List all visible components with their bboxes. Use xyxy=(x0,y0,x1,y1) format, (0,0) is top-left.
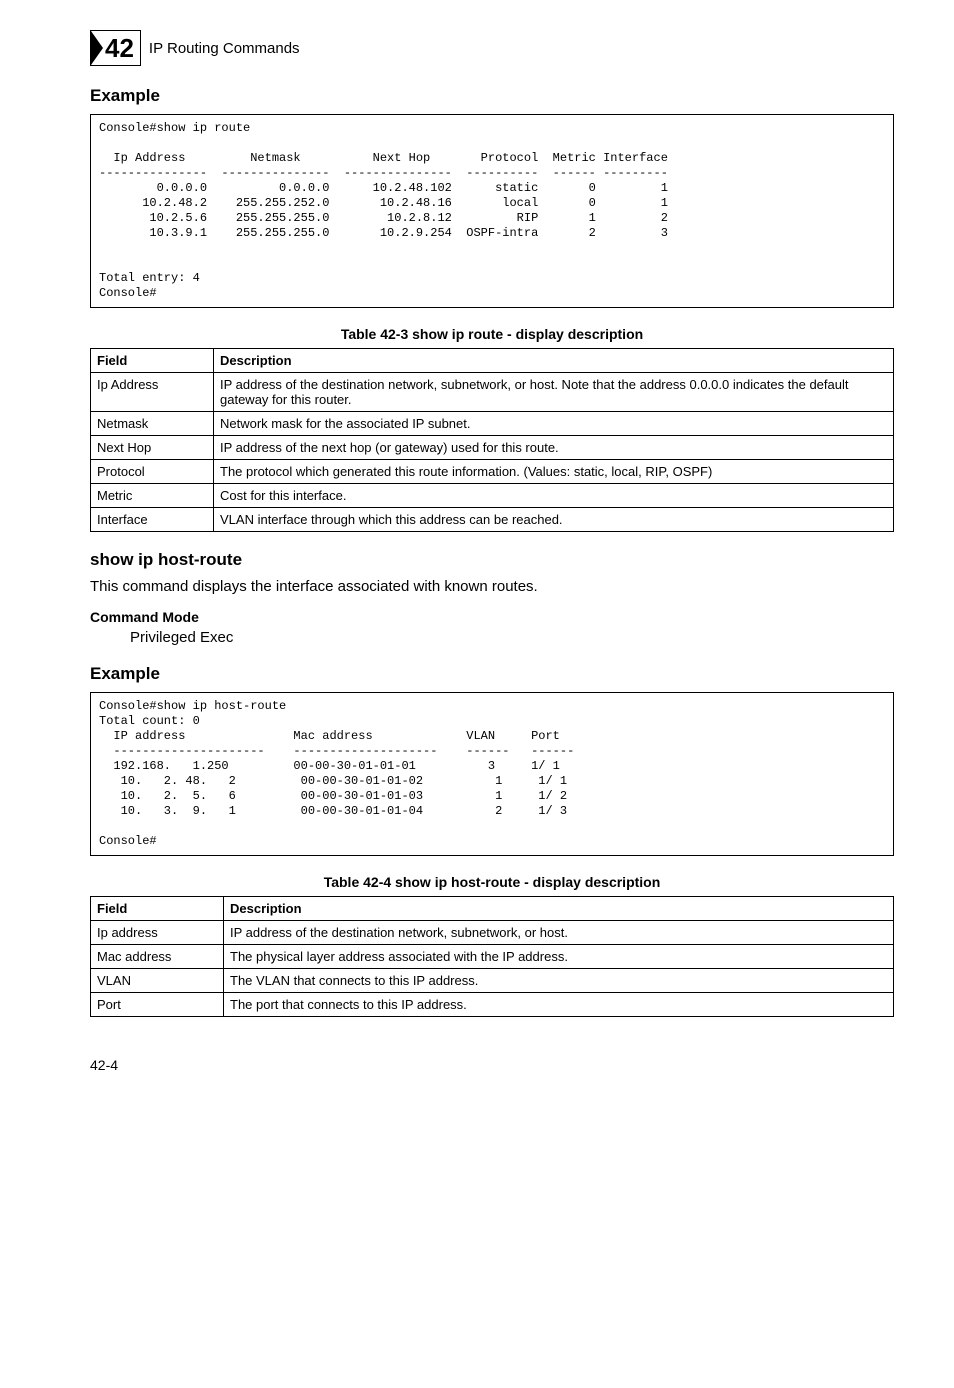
table-header-row: Field Description xyxy=(91,897,894,921)
example1-console: Console#show ip route Ip Address Netmask… xyxy=(90,114,894,308)
chapter-header: 42 IP Routing Commands xyxy=(90,30,894,66)
table1-h-field: Field xyxy=(91,349,214,373)
cell-desc: The VLAN that connects to this IP addres… xyxy=(224,969,894,993)
cell-field: Ip Address xyxy=(91,373,214,412)
command-mode-value: Privileged Exec xyxy=(90,629,894,646)
table-row: ProtocolThe protocol which generated thi… xyxy=(91,460,894,484)
table-row: Next HopIP address of the next hop (or g… xyxy=(91,436,894,460)
cell-desc: VLAN interface through which this addres… xyxy=(214,508,894,532)
cell-field: Netmask xyxy=(91,412,214,436)
cell-desc: IP address of the destination network, s… xyxy=(224,921,894,945)
table-row: NetmaskNetwork mask for the associated I… xyxy=(91,412,894,436)
example2-console: Console#show ip host-route Total count: … xyxy=(90,692,894,856)
cell-desc: The protocol which generated this route … xyxy=(214,460,894,484)
table-row: Ip AddressIP address of the destination … xyxy=(91,373,894,412)
page-number: 42-4 xyxy=(90,1057,894,1073)
cell-field: Mac address xyxy=(91,945,224,969)
table-42-3: Field Description Ip AddressIP address o… xyxy=(90,348,894,532)
table2-h-desc: Description xyxy=(224,897,894,921)
table-42-4: Field Description Ip addressIP address o… xyxy=(90,896,894,1017)
table-header-row: Field Description xyxy=(91,349,894,373)
cell-desc: IP address of the destination network, s… xyxy=(214,373,894,412)
example1-heading: Example xyxy=(90,86,894,106)
cell-desc: Network mask for the associated IP subne… xyxy=(214,412,894,436)
command-mode-label: Command Mode xyxy=(90,609,894,625)
chapter-title: IP Routing Commands xyxy=(149,40,300,57)
cell-desc: The physical layer address associated wi… xyxy=(224,945,894,969)
cell-field: Next Hop xyxy=(91,436,214,460)
cell-desc: IP address of the next hop (or gateway) … xyxy=(214,436,894,460)
cell-field: Interface xyxy=(91,508,214,532)
chapter-badge: 42 xyxy=(90,30,141,66)
chapter-arrow-icon xyxy=(91,31,103,65)
chapter-number: 42 xyxy=(103,33,140,64)
section2-desc: This command displays the interface asso… xyxy=(90,578,894,595)
table1-h-desc: Description xyxy=(214,349,894,373)
table2-caption: Table 42-4 show ip host-route - display … xyxy=(90,874,894,890)
cell-field: VLAN xyxy=(91,969,224,993)
table-row: Mac addressThe physical layer address as… xyxy=(91,945,894,969)
cell-field: Protocol xyxy=(91,460,214,484)
table-row: VLANThe VLAN that connects to this IP ad… xyxy=(91,969,894,993)
table-row: MetricCost for this interface. xyxy=(91,484,894,508)
example2-heading: Example xyxy=(90,664,894,684)
cell-desc: The port that connects to this IP addres… xyxy=(224,993,894,1017)
cell-field: Metric xyxy=(91,484,214,508)
cell-field: Port xyxy=(91,993,224,1017)
cell-desc: Cost for this interface. xyxy=(214,484,894,508)
table2-h-field: Field xyxy=(91,897,224,921)
table-row: PortThe port that connects to this IP ad… xyxy=(91,993,894,1017)
table-row: InterfaceVLAN interface through which th… xyxy=(91,508,894,532)
table-row: Ip addressIP address of the destination … xyxy=(91,921,894,945)
cell-field: Ip address xyxy=(91,921,224,945)
section2-heading: show ip host-route xyxy=(90,550,894,570)
table1-caption: Table 42-3 show ip route - display descr… xyxy=(90,326,894,342)
